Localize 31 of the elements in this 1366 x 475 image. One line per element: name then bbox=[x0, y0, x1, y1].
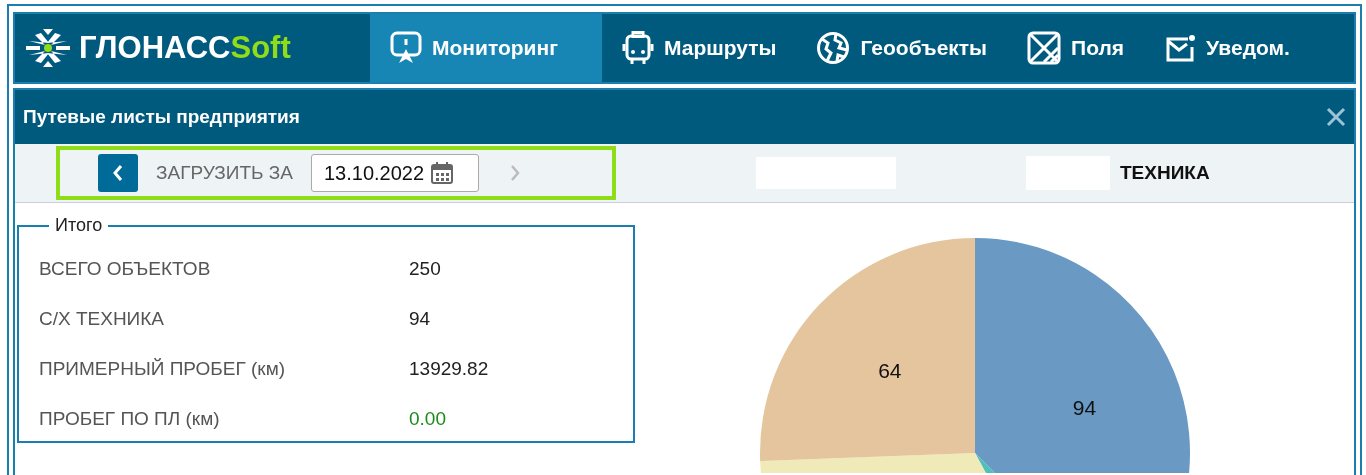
summary-legend: Итого bbox=[49, 215, 109, 236]
nav-tab[interactable]: Поля bbox=[1007, 14, 1145, 82]
close-icon[interactable] bbox=[1326, 107, 1346, 127]
nav-tab[interactable]: Мониторинг bbox=[370, 14, 602, 82]
summary-value: 94 bbox=[409, 308, 431, 330]
nav-tab[interactable]: Геообъекты bbox=[796, 14, 1008, 82]
date-field[interactable]: 13.10.2022 bbox=[311, 154, 479, 192]
bus-icon bbox=[622, 31, 654, 65]
summary-label: ПРОБЕГ ПО ПЛ (км) bbox=[39, 408, 221, 430]
summary-label: С/Х ТЕХНИКА bbox=[39, 308, 166, 330]
crossed-square-icon bbox=[1027, 31, 1062, 65]
load-label: ЗАГРУЗИТЬ ЗА bbox=[156, 162, 293, 184]
logo-text: ГЛОНАССSoft bbox=[79, 30, 291, 66]
summary-value: 0.00 bbox=[409, 408, 446, 430]
mail-icon bbox=[1164, 33, 1197, 63]
nav-tab[interactable]: Маршруты bbox=[602, 14, 797, 82]
panel-title: Путевые листы предприятия bbox=[23, 106, 300, 128]
globe-icon bbox=[816, 31, 851, 65]
summary-value: 250 bbox=[409, 258, 441, 280]
summary-label: ПРИМЕРНЫЙ ПРОБЕГ (км) bbox=[39, 358, 287, 380]
slice-label: 64 bbox=[878, 359, 902, 382]
summary-label: ВСЕГО ОБЪЕКТОВ bbox=[39, 258, 212, 280]
chevron-left-icon bbox=[111, 163, 125, 183]
summary-value: 13929.82 bbox=[409, 358, 489, 380]
monitor-pin-icon bbox=[390, 31, 422, 65]
snowflake-logo-icon bbox=[25, 27, 71, 69]
slice-label: 94 bbox=[1072, 396, 1097, 420]
previous-button[interactable] bbox=[98, 154, 138, 192]
calendar-icon[interactable] bbox=[430, 161, 455, 185]
view-tab[interactable]: ТЕХНИКА bbox=[1110, 157, 1220, 189]
nav-tab[interactable]: Уведом. bbox=[1144, 14, 1310, 82]
